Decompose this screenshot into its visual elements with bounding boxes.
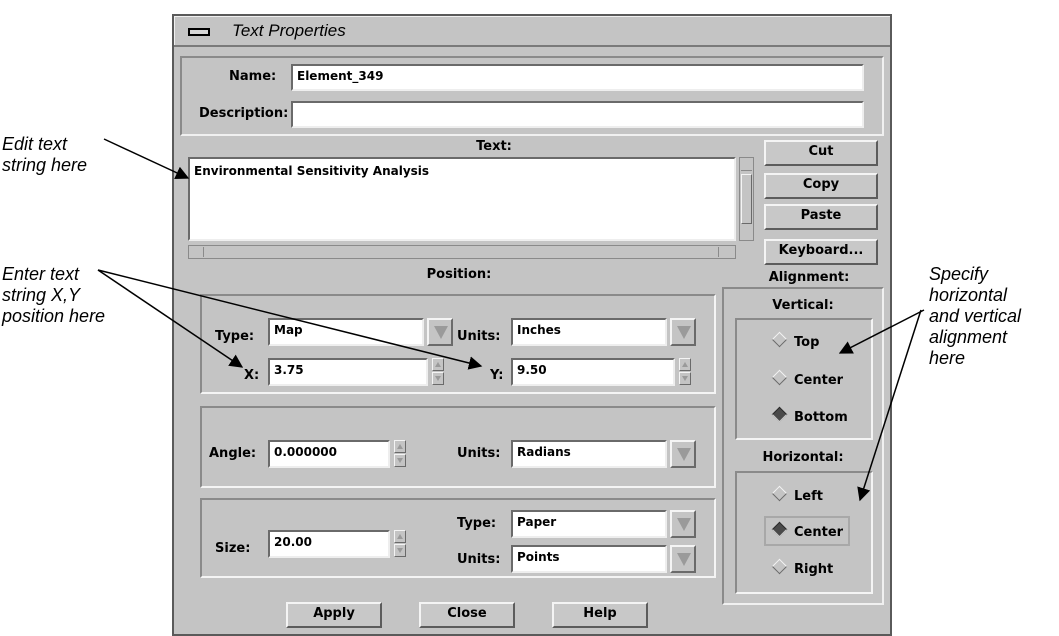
y-label: Y: (490, 368, 504, 383)
position-units-label: Units: (457, 329, 501, 344)
angle-label: Angle: (209, 446, 257, 461)
copy-button[interactable]: Copy (764, 173, 878, 199)
scroll-up-arrow[interactable] (741, 159, 752, 171)
horizontal-right-label: Right (794, 562, 834, 577)
x-spinner[interactable] (432, 358, 444, 386)
scroll-down-arrow[interactable] (741, 227, 752, 239)
text-string-input[interactable]: Environmental Sensitivity Analysis (188, 157, 736, 241)
position-type-label: Type: (215, 329, 255, 344)
callout-enter-xy: Enter text string X,Y position here (2, 264, 106, 326)
angle-units-dropdown-icon[interactable] (670, 440, 696, 468)
horizontal-left-radio[interactable]: Left (771, 485, 823, 504)
size-type-label: Type: (457, 516, 497, 531)
size-label: Size: (215, 541, 251, 556)
angle-spinner[interactable] (394, 440, 406, 468)
size-units-label: Units: (457, 552, 501, 567)
size-input[interactable]: 20.00 (268, 530, 390, 558)
horizontal-center-radio[interactable]: Center (771, 521, 844, 540)
x-label: X: (244, 368, 260, 383)
keyboard-button[interactable]: Keyboard... (764, 239, 878, 265)
vertical-center-label: Center (794, 373, 844, 388)
radio-diamond-icon (771, 485, 788, 502)
horizontal-label: Horizontal: (762, 450, 844, 465)
title-bar: Text Properties (174, 16, 890, 47)
name-label: Name: (229, 69, 277, 84)
angle-input[interactable]: 0.000000 (268, 440, 390, 468)
horizontal-left-label: Left (794, 489, 823, 504)
position-units-dropdown-icon[interactable] (670, 318, 696, 346)
description-input[interactable] (291, 101, 864, 128)
help-button[interactable]: Help (552, 602, 648, 628)
apply-button[interactable]: Apply (286, 602, 382, 628)
y-spinner[interactable] (679, 358, 691, 386)
name-input[interactable]: Element_349 (291, 64, 864, 91)
callout-alignment: Specify horizontal and vertical alignmen… (929, 264, 1022, 368)
horizontal-center-label: Center (794, 525, 844, 540)
paste-button[interactable]: Paste (764, 204, 878, 230)
size-type-dropdown-icon[interactable] (670, 510, 696, 538)
window-title: Text Properties (232, 21, 346, 40)
position-type-dropdown-icon[interactable] (427, 318, 453, 346)
vertical-bottom-radio[interactable]: Bottom (771, 406, 848, 425)
text-label: Text: (476, 139, 512, 154)
vertical-center-radio[interactable]: Center (771, 369, 844, 388)
angle-units-select[interactable]: Radians (511, 440, 667, 468)
alignment-label: Alignment: (768, 270, 850, 285)
size-units-dropdown-icon[interactable] (670, 545, 696, 573)
position-units-select[interactable]: Inches (511, 318, 667, 346)
position-label: Position: (426, 267, 492, 282)
vertical-label: Vertical: (772, 298, 834, 313)
cut-button[interactable]: Cut (764, 140, 878, 166)
callout-edit-text: Edit text string here (2, 134, 88, 175)
x-input[interactable]: 3.75 (268, 358, 428, 386)
scroll-right-arrow[interactable] (718, 247, 732, 257)
vertical-top-radio[interactable]: Top (771, 331, 820, 350)
text-vertical-scrollbar[interactable] (739, 157, 754, 241)
window-menu-icon[interactable] (188, 28, 210, 36)
radio-diamond-icon (771, 558, 788, 575)
size-units-select[interactable]: Points (511, 545, 667, 573)
angle-units-label: Units: (457, 446, 501, 461)
size-type-select[interactable]: Paper (511, 510, 667, 538)
vertical-top-label: Top (794, 335, 820, 350)
size-spinner[interactable] (394, 530, 406, 558)
radio-diamond-icon (771, 331, 788, 348)
radio-diamond-selected-icon (771, 521, 788, 538)
y-input[interactable]: 9.50 (511, 358, 675, 386)
text-properties-dialog: Text Properties Name: Element_349 Descri… (172, 14, 892, 636)
close-button[interactable]: Close (419, 602, 515, 628)
scroll-left-arrow[interactable] (190, 247, 204, 257)
scroll-thumb[interactable] (741, 174, 752, 224)
position-type-select[interactable]: Map (268, 318, 424, 346)
horizontal-right-radio[interactable]: Right (771, 558, 834, 577)
radio-diamond-selected-icon (771, 406, 788, 423)
text-horizontal-scrollbar[interactable] (188, 245, 736, 259)
vertical-bottom-label: Bottom (794, 410, 848, 425)
radio-diamond-icon (771, 369, 788, 386)
description-label: Description: (199, 106, 289, 121)
